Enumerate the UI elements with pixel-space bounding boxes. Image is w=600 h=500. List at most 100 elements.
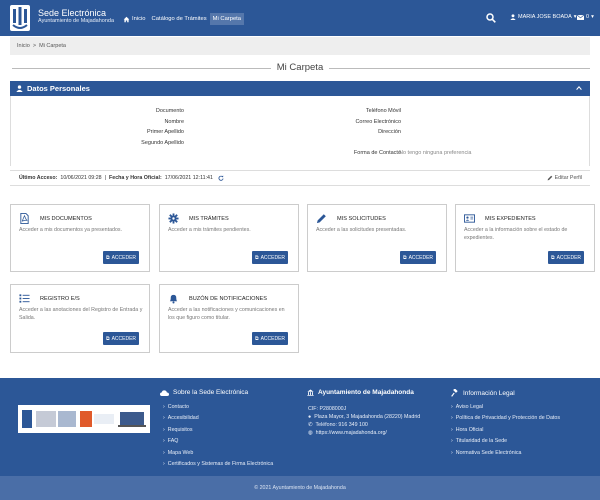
card-description: Acceder a la información sobre el estado… <box>464 227 568 241</box>
page-title: Mi Carpeta <box>0 62 600 73</box>
footer-link-label: Mapa Web <box>167 449 194 456</box>
card-mis-expedientes: MIS EXPEDIENTES Acceder a la información… <box>455 204 595 272</box>
external-link-icon: ⧉ <box>254 254 259 261</box>
footer-link-aviso-legal[interactable]: › Aviso Legal <box>451 401 560 413</box>
footer-phone: ✆ Teléfono: 916 349 100 <box>308 421 420 429</box>
card-header: REGISTRO E/S <box>19 293 80 304</box>
main-nav: Inicio Catálogo de Trámites Mi Carpeta <box>120 12 245 26</box>
footer-link-titularidad[interactable]: › Titularidad de la Sede <box>451 436 560 448</box>
footer-link-hora-oficial[interactable]: › Hora Oficial <box>451 424 560 436</box>
pencil-icon <box>547 175 552 181</box>
card-buzon-notificaciones: BUZÓN DE NOTIFICACIONES Acceder a las no… <box>159 284 299 353</box>
last-access-label: Último Acceso: <box>19 175 58 181</box>
footer-col3-title-text: Información Legal <box>463 389 515 397</box>
datos-personales-header[interactable]: Datos Personales <box>10 81 590 96</box>
breadcrumb-separator: > <box>32 43 37 49</box>
chevron-right-icon: › <box>163 403 165 410</box>
phone-text: Teléfono: 916 349 100 <box>315 422 368 428</box>
footer-link-label: FAQ <box>167 438 179 445</box>
top-navbar: Sede Electrónica Ayuntamiento de Majadah… <box>0 0 600 36</box>
forma-contacto-value: No tengo ninguna preferencia <box>399 150 472 156</box>
breadcrumb-home[interactable]: Inicio <box>17 43 30 49</box>
brand[interactable]: Sede Electrónica Ayuntamiento de Majadah… <box>38 8 114 25</box>
footer-col1-title-text: Sobre la Sede Electrónica <box>173 389 249 396</box>
site-footer: Sobre la Sede Electrónica › Contacto › Acc… <box>0 378 600 476</box>
chevron-right-icon: › <box>451 449 453 456</box>
official-time-label: Fecha y Hora Oficial: <box>109 175 162 181</box>
card-header: MIS DOCUMENTOS <box>19 213 92 224</box>
mail-menu[interactable]: 0 ▾ <box>577 14 594 20</box>
footer-link-label: Política de Privacidad y Protección de D… <box>455 415 560 422</box>
search-icon[interactable] <box>486 13 496 23</box>
pencil-icon <box>316 214 326 224</box>
footer-link-label: Titularidad de la Sede <box>455 438 508 445</box>
bell-icon <box>169 294 178 304</box>
card-title: MIS EXPEDIENTES <box>485 215 536 222</box>
acceder-button[interactable]: ⧉ ACCEDER <box>252 251 288 264</box>
access-separator: | <box>104 175 107 181</box>
card-description: Acceder a mis trámites pendientes. <box>168 227 251 233</box>
globe-icon: ◍ <box>308 430 313 436</box>
card-title: MIS SOLICITUDES <box>337 215 386 222</box>
footer-link-mapa-web[interactable]: › Mapa Web <box>163 447 273 459</box>
breadcrumb-current: Mi Carpeta <box>39 43 66 49</box>
nav-inicio[interactable]: Inicio <box>120 13 149 26</box>
chevron-up-icon[interactable] <box>575 84 583 92</box>
phone-icon: ✆ <box>308 422 313 428</box>
footer-link-label: Requisitos <box>167 426 193 433</box>
acceder-button[interactable]: ⧉ ACCEDER <box>252 332 288 345</box>
edit-profile-link[interactable]: Editar Perfil <box>547 175 582 181</box>
footer-link-privacidad[interactable]: › Política de Privacidad y Protección de … <box>451 413 560 425</box>
acceder-button[interactable]: ⧉ ACCEDER <box>103 251 139 264</box>
user-icon <box>16 85 23 92</box>
last-access-value: 10/06/2021 09:28 <box>60 175 102 181</box>
acceder-label: ACCEDER <box>260 335 286 342</box>
city-crest-logo[interactable] <box>9 4 31 32</box>
footer-contact: CIF: P2808000J ● Plaza Mayor, 3 Majadahon… <box>308 405 420 437</box>
envelope-icon <box>577 14 584 20</box>
card-title: REGISTRO E/S <box>40 295 80 302</box>
refresh-icon[interactable] <box>218 175 224 181</box>
card-description: Acceder a las notificaciones y comunicac… <box>168 307 285 321</box>
footer-link-requisitos[interactable]: › Requisitos <box>163 424 273 436</box>
footer-link-certificados[interactable]: › Certificados y Sistemas de Firma Electr… <box>163 459 273 471</box>
card-mis-solicitudes: MIS SOLICITUDES Acceder a las solicitude… <box>307 204 447 272</box>
field-segundo-apellido: Segundo Apellido <box>141 140 184 146</box>
building-icon <box>307 389 314 396</box>
chevron-right-icon: › <box>163 426 165 433</box>
pdf-file-icon <box>20 213 29 224</box>
datos-personales-body: Documento Nombre Primer Apellido Segundo… <box>10 96 590 166</box>
card-title: BUZÓN DE NOTIFICACIONES <box>189 295 268 302</box>
nav-catalogo[interactable]: Catálogo de Trámites <box>149 13 210 25</box>
card-header: MIS SOLICITUDES <box>316 213 386 224</box>
gear-icon <box>168 213 179 224</box>
external-link-icon: ⧉ <box>254 335 259 342</box>
web-text: https://www.majadahonda.org/ <box>315 430 387 436</box>
footer-col3-links: › Aviso Legal › Política de Privacidad y P… <box>451 401 560 459</box>
edit-profile-label: Editar Perfil <box>554 175 582 181</box>
footer-web[interactable]: ◍ https://www.majadahonda.org/ <box>308 429 420 437</box>
acceder-label: ACCEDER <box>111 254 137 261</box>
copyright-text: © 2021 Ayuntamiento de Majadahonda <box>254 485 346 491</box>
copyright-bar: © 2021 Ayuntamiento de Majadahonda <box>0 476 600 500</box>
user-menu[interactable]: MARIA JOSE BOADA ▾ <box>510 14 577 20</box>
footer-link-label: Normativa Sede Electrónica <box>455 449 522 456</box>
chevron-right-icon: › <box>163 461 165 468</box>
acceder-button[interactable]: ⧉ ACCEDER <box>103 332 139 345</box>
nav-mi-carpeta[interactable]: Mi Carpeta <box>209 13 245 25</box>
nav-mi-carpeta-label: Mi Carpeta <box>212 16 242 22</box>
footer-link-normativa[interactable]: › Normativa Sede Electrónica <box>451 447 560 459</box>
external-link-icon: ⧉ <box>105 254 110 261</box>
field-primer-apellido: Primer Apellido <box>147 129 184 135</box>
acceder-button[interactable]: ⧉ ACCEDER <box>400 251 436 264</box>
sponsor-banner-image <box>18 405 150 433</box>
footer-link-accesibilidad[interactable]: › Accesibilidad <box>163 413 273 425</box>
chevron-right-icon: › <box>163 415 165 422</box>
footer-link-contacto[interactable]: › Contacto <box>163 401 273 413</box>
external-link-icon: ⧉ <box>105 335 110 342</box>
mail-caret-down-icon: ▾ <box>591 14 594 20</box>
acceder-button[interactable]: ⧉ ACCEDER <box>548 251 584 264</box>
acceder-label: ACCEDER <box>111 335 137 342</box>
card-title: MIS TRÁMITES <box>189 215 229 222</box>
footer-link-faq[interactable]: › FAQ <box>163 436 273 448</box>
